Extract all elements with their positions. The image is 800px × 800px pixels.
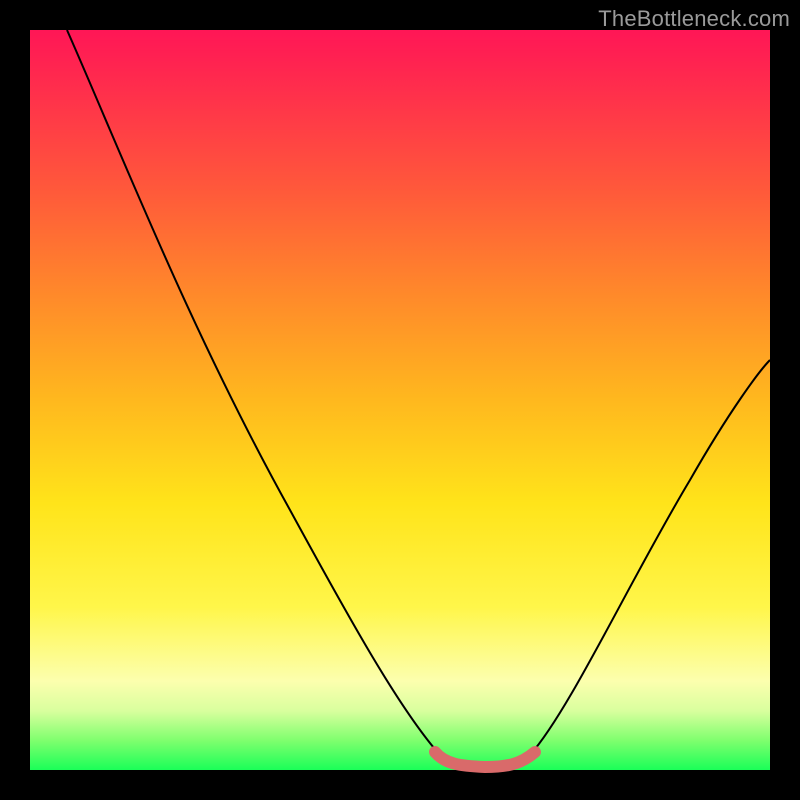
curve-left-arm [67,30,440,755]
curve-right-arm [530,360,770,755]
plot-area [30,30,770,770]
attribution-watermark: TheBottleneck.com [598,6,790,32]
bottleneck-curve [30,30,770,770]
curve-bottom-highlight [435,752,535,767]
chart-frame: TheBottleneck.com [0,0,800,800]
